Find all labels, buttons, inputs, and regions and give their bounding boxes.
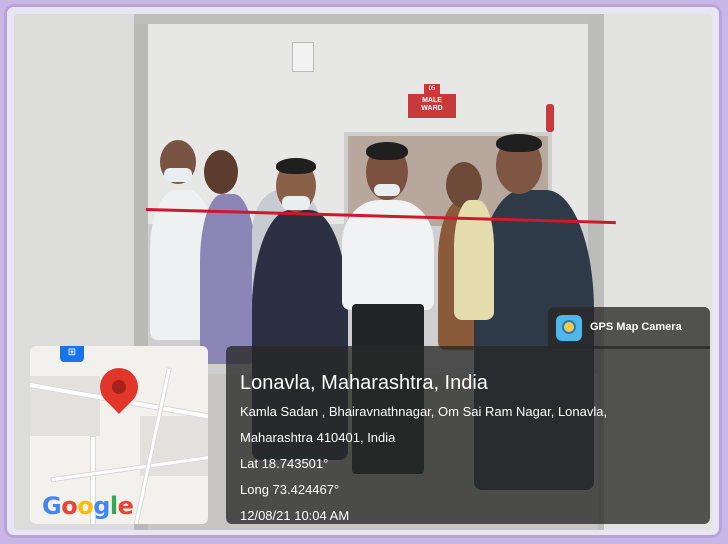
face-mask <box>374 184 400 196</box>
google-logo: Google <box>42 492 134 520</box>
fire-extinguisher <box>546 104 554 132</box>
location-map: ⊞ Google <box>30 346 208 524</box>
wall-vent <box>292 42 314 72</box>
address-line-1: Kamla Sadan , Bhairavnathnagar, Om Sai R… <box>240 404 608 419</box>
person-hair <box>496 134 542 152</box>
photo-frame: 05 MALE WARD GPS Map Camera Lonavla, Mah… <box>4 4 722 538</box>
longitude: Long 73.424467° <box>240 482 340 497</box>
gps-map-camera-icon <box>556 315 582 341</box>
address-line-2: Maharashtra 410401, India <box>240 430 396 445</box>
gps-camera-badge: GPS Map Camera <box>548 307 710 349</box>
ward-number: 05 <box>424 84 440 94</box>
latitude: Lat 18.743501° <box>240 456 329 471</box>
ward-sign: MALE WARD <box>408 94 456 118</box>
ceiling <box>134 14 608 24</box>
face-mask <box>282 196 310 210</box>
event-photo: 05 MALE WARD GPS Map Camera Lonavla, Mah… <box>14 14 712 530</box>
location-title: Lonavla, Maharashtra, India <box>240 372 488 394</box>
person-hair <box>366 142 408 160</box>
transit-icon: ⊞ <box>60 346 84 362</box>
person-hair <box>276 158 316 174</box>
person-checked-shirt <box>200 194 256 364</box>
location-info-panel: Lonavla, Maharashtra, India Kamla Sadan … <box>226 346 710 524</box>
person-head <box>204 150 238 194</box>
datetime: 12/08/21 10:04 AM <box>240 508 350 523</box>
face-mask <box>164 168 192 182</box>
gps-camera-label: GPS Map Camera <box>590 321 682 333</box>
